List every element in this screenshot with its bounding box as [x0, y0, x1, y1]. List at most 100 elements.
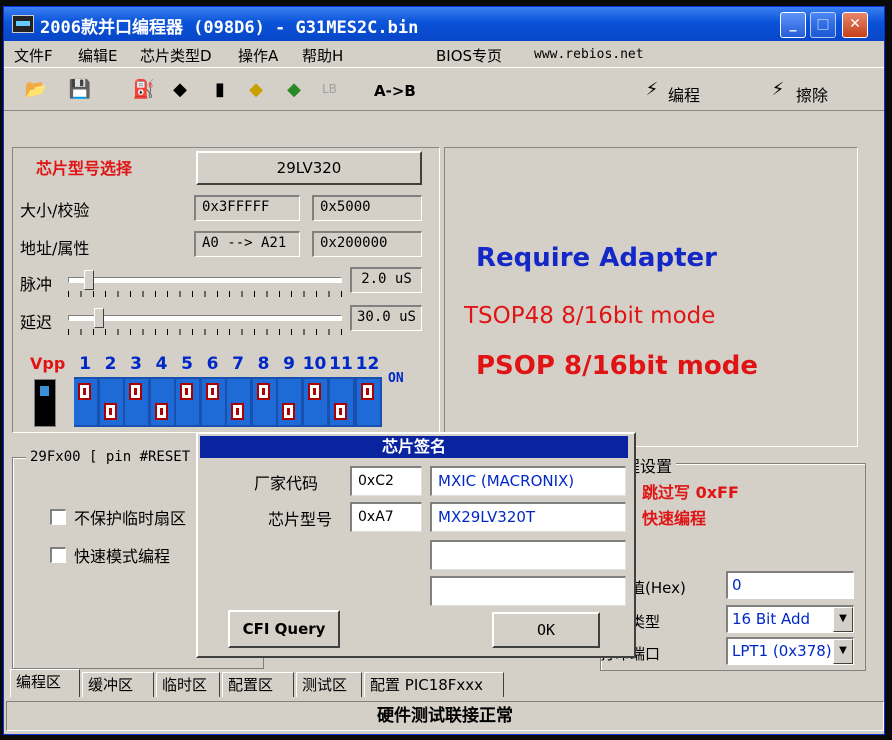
- menu-edit[interactable]: 编辑E: [78, 45, 117, 66]
- dip-switch-8[interactable]: [252, 379, 276, 425]
- fast-mode-label: 快速模式编程: [74, 547, 171, 566]
- dip-switch-3[interactable]: [125, 379, 148, 425]
- dip-pin-label: 8: [257, 354, 270, 374]
- mfr-code-label: 厂家代码: [254, 474, 319, 493]
- menu-file[interactable]: 文件F: [14, 45, 53, 66]
- offset-input[interactable]: 0: [726, 571, 854, 599]
- blank-check-icon[interactable]: ◆: [282, 78, 306, 102]
- erase-icon: ⚡: [771, 79, 785, 100]
- dip-switch-knob: [154, 403, 168, 420]
- dip-switch-knob: [103, 403, 117, 420]
- dip-switch-11[interactable]: [330, 379, 353, 425]
- site-link[interactable]: www.rebios.net: [534, 47, 644, 62]
- size-field: 0x3FFFFF: [194, 195, 300, 221]
- lb-button[interactable]: LB: [322, 82, 337, 96]
- chip-pins-icon[interactable]: ▮: [208, 78, 232, 102]
- chip-read-icon[interactable]: ⛽: [132, 78, 156, 102]
- fast-mode-checkbox[interactable]: [50, 547, 66, 563]
- dip-switch-7[interactable]: [227, 379, 250, 425]
- dip-switch-5[interactable]: [176, 379, 199, 425]
- pulse-value: 2.0 uS: [350, 267, 422, 293]
- tab-3[interactable]: 配置区: [222, 672, 294, 697]
- dialog-title[interactable]: 芯片签名: [200, 436, 628, 458]
- addr-label: 地址/属性: [20, 239, 90, 258]
- dip-switch-knob: [307, 383, 321, 400]
- check-type-value: 16 Bit Add: [732, 610, 811, 628]
- pulse-label: 脉冲: [20, 275, 53, 294]
- dip-pin-label: 11: [329, 354, 353, 374]
- pin-reset-group-title: 29Fx00 [ pin #RESET ]: [26, 449, 212, 465]
- dip-switch-2[interactable]: [99, 379, 123, 425]
- dip-pin-label: 6: [206, 354, 219, 374]
- dip-switch-knob: [334, 403, 347, 420]
- program-button[interactable]: 编程: [668, 82, 700, 106]
- dip-switch-4[interactable]: [150, 379, 174, 425]
- erase-button[interactable]: 擦除: [796, 82, 828, 106]
- checksum-field: 0x5000: [312, 195, 422, 221]
- no-protect-label: 不保护临时扇区: [74, 509, 187, 528]
- dip-switch-knob: [205, 383, 219, 400]
- chevron-down-icon[interactable]: ▼: [833, 639, 853, 664]
- addr-range-field: A0 --> A21: [194, 231, 300, 257]
- port-select[interactable]: LPT1 (0x378) ▼: [726, 637, 854, 665]
- dip-pin-label: 9: [283, 354, 295, 374]
- dip-switch-knob: [282, 403, 295, 420]
- open-folder-icon[interactable]: 📂: [24, 78, 48, 102]
- title-bar[interactable]: 2006款并口编程器 (098D6) - G31MES2C.bin _ □ ✕: [4, 7, 884, 41]
- chevron-down-icon[interactable]: ▼: [833, 607, 853, 632]
- vpp-switch[interactable]: [34, 379, 56, 427]
- toolbar: 📂 💾 ⛽ ◆ ▮ ◆ ◆ LB A->B ⚡ 编程 ⚡ 擦除: [4, 67, 884, 111]
- cfi-query-button[interactable]: CFI Query: [228, 610, 340, 648]
- extra-field-1: [430, 540, 626, 570]
- dip-switch-1[interactable]: [74, 379, 97, 425]
- dip-pin-label: 10: [302, 354, 327, 374]
- dip-pin-label: 3: [130, 354, 142, 374]
- ok-button[interactable]: OK: [492, 612, 600, 648]
- delay-value: 30.0 uS: [350, 305, 422, 331]
- size-label: 大小/校验: [20, 201, 90, 220]
- tab-4[interactable]: 测试区: [296, 672, 362, 697]
- psop-mode-info: PSOP 8/16bit mode: [476, 351, 758, 381]
- fast-program-option[interactable]: 快速编程: [642, 505, 706, 529]
- no-protect-checkbox[interactable]: [50, 509, 66, 525]
- tab-2[interactable]: 临时区: [156, 672, 220, 697]
- status-bar: 硬件测试联接正常: [6, 701, 884, 731]
- dip-switch-9[interactable]: [278, 379, 301, 425]
- check-type-select[interactable]: 16 Bit Add ▼: [726, 605, 854, 633]
- tab-1[interactable]: 缓冲区: [82, 672, 154, 697]
- pulse-slider[interactable]: [64, 269, 346, 299]
- skip-ff-option[interactable]: 跳过写 0xFF: [642, 479, 739, 503]
- delay-slider[interactable]: [64, 307, 346, 337]
- delay-label: 延迟: [20, 313, 53, 332]
- menu-chip-type[interactable]: 芯片类型D: [140, 45, 212, 66]
- verify-icon[interactable]: ◆: [244, 78, 268, 102]
- port-value: LPT1 (0x378): [732, 642, 832, 660]
- dev-name-field: MX29LV320T: [430, 502, 626, 532]
- chip-model-button[interactable]: 29LV320: [196, 151, 422, 185]
- chip-signature-dialog: 芯片签名 厂家代码 0xC2 MXIC (MACRONIX) 芯片型号 0xA7…: [196, 432, 636, 658]
- dip-switch-12[interactable]: [356, 379, 380, 425]
- menu-help[interactable]: 帮助H: [302, 45, 343, 66]
- dip-pin-label: 7: [232, 354, 244, 374]
- menu-bios[interactable]: BIOS专页: [436, 45, 502, 66]
- menu-bar: 文件F 编辑E 芯片类型D 操作A 帮助H BIOS专页 www.rebios.…: [4, 41, 884, 67]
- tsop-mode-info: TSOP48 8/16bit mode: [464, 303, 716, 329]
- pulse-slider-thumb[interactable]: [83, 270, 94, 290]
- tab-0[interactable]: 编程区: [10, 669, 80, 697]
- tab-5[interactable]: 配置 PIC18Fxxx: [364, 672, 504, 697]
- menu-operate[interactable]: 操作A: [238, 45, 278, 66]
- dip-on-label: ON: [388, 371, 404, 386]
- minimize-button[interactable]: _: [780, 12, 806, 38]
- dip-switch-10[interactable]: [303, 379, 327, 425]
- close-button[interactable]: ✕: [842, 12, 868, 38]
- dip-pin-label: 4: [155, 354, 168, 374]
- a-to-b-button[interactable]: A->B: [374, 82, 416, 100]
- maximize-button[interactable]: □: [810, 12, 836, 38]
- app-window: 2006款并口编程器 (098D6) - G31MES2C.bin _ □ ✕ …: [3, 6, 885, 735]
- save-disk-icon[interactable]: 💾: [68, 78, 92, 102]
- dip-switch-knob: [256, 383, 270, 400]
- dip-switch-knob: [78, 383, 91, 400]
- dip-switch-6[interactable]: [201, 379, 225, 425]
- chip-id-icon[interactable]: ◆: [168, 78, 192, 102]
- delay-slider-thumb[interactable]: [94, 308, 105, 328]
